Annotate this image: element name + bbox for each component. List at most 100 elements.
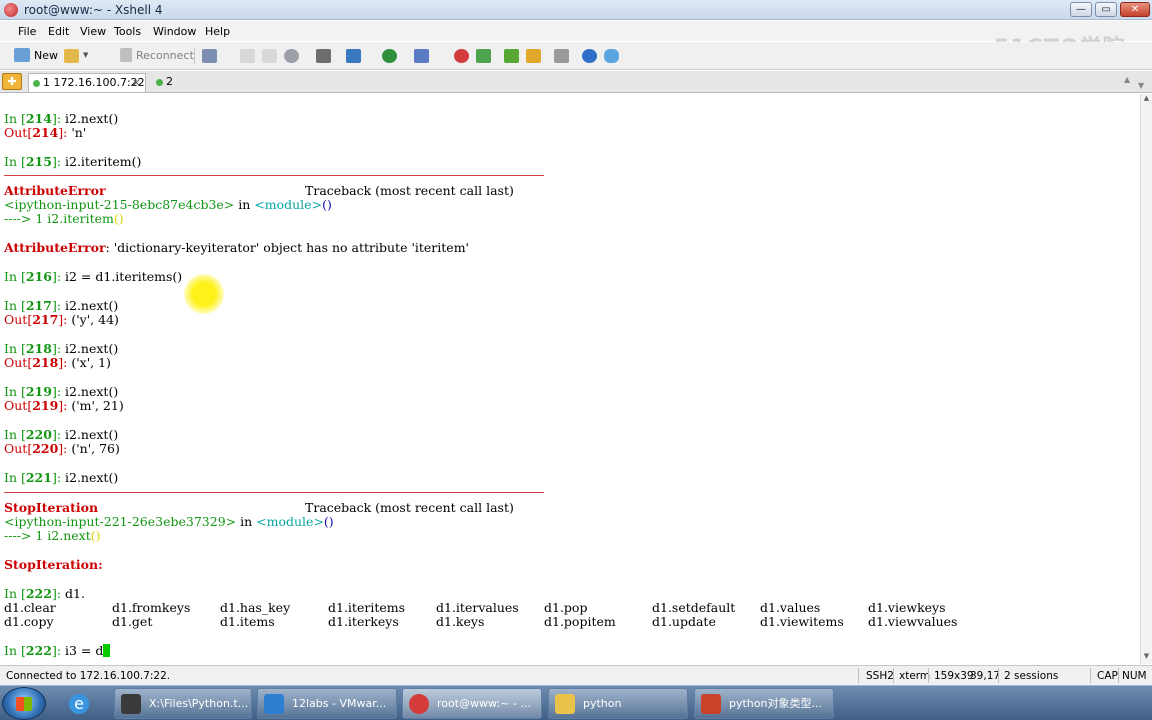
status-divider [928,668,929,683]
terminal-line: Out[214]: 'n' [4,125,87,140]
paste-icon[interactable] [262,49,277,63]
windows-taskbar: e X:\Files\Python.t... 12labs - VMwar...… [0,685,1152,720]
terminal-line: Out[220]: ('n', 76) [4,441,120,456]
start-button[interactable] [2,687,46,720]
taskbar-item-vmware[interactable]: 12labs - VMwar... [257,688,397,719]
session-tab-bar: ✚ 1 172.16.100.7:22 × 2 172.16.100.7:22 … [0,71,1152,106]
reconnect-button[interactable]: Reconnect [120,47,194,65]
completion-item: d1.iterkeys [328,614,399,629]
terminal-line: In [219]: i2.next() [4,384,119,399]
terminal-scrollbar[interactable]: ▲ ▼ [1140,94,1152,664]
tab-session-1[interactable]: 1 172.16.100.7:22 × [28,73,146,92]
menu-window[interactable]: Window [153,25,196,38]
num-lock-status: NUM [1122,670,1147,682]
toolbar-divider [194,48,195,64]
reconnect-label: Reconnect [136,49,194,62]
status-divider [893,668,894,683]
terminal-output[interactable]: In [214]: i2.next() Out[214]: 'n' In [21… [0,94,1140,664]
taskbar-item-explorer[interactable]: X:\Files\Python.t... [114,688,252,719]
tab-scroll-down-icon[interactable]: ▼ [1138,81,1144,90]
status-divider [1090,668,1091,683]
taskbar-item-powerpoint[interactable]: python对象类型... [694,688,834,719]
completion-item: d1.popitem [544,614,616,629]
windows-logo-icon [16,697,32,711]
xftp-icon[interactable] [454,49,469,63]
cursor-position-status: 39,17 [970,670,1001,682]
terminal-line: In [218]: i2.next() [4,341,119,356]
traceback-divider [4,175,544,176]
menu-tools[interactable]: Tools [114,25,141,38]
mouse-highlight [184,274,224,314]
completion-item: d1.viewkeys [868,600,946,615]
status-divider [1118,668,1119,683]
file-explorer-icon [121,694,141,714]
menu-edit[interactable]: Edit [48,25,69,38]
add-session-button[interactable]: ✚ [2,73,22,90]
taskbar-item-label: python [583,697,622,710]
terminal-line: Out[218]: ('x', 1) [4,355,111,370]
status-bar: Connected to 172.16.100.7:22. SSH2 xterm… [0,665,1152,685]
scroll-up-icon[interactable]: ▲ [1141,94,1152,106]
properties-icon[interactable] [202,49,217,63]
completion-item: d1.itervalues [436,600,519,615]
folder-icon [555,694,575,714]
error-message: AttributeError: 'dictionary-keyiterator'… [4,240,469,255]
completion-item: d1.fromkeys [112,600,191,615]
completion-item: d1.iteritems [328,600,406,615]
layout-icon[interactable] [504,49,519,63]
completion-item: d1.setdefault [652,600,736,615]
print-icon[interactable] [316,49,331,63]
tab-scroll-up-icon[interactable]: ▲ [1124,75,1130,84]
current-input-line[interactable]: In [222]: i3 = d [4,644,111,658]
find-icon[interactable] [284,49,299,63]
tab-session-2[interactable]: 2 172.16.100.7:22 [152,73,262,106]
internet-explorer-icon[interactable]: e [64,689,94,718]
title-bar: root@www:~ - Xshell 4 — ▭ ✕ [0,0,1152,20]
chevron-down-icon[interactable]: ▼ [83,51,90,65]
tab-label: 1 172.16.100.7:22 [43,76,145,89]
completion-item: d1.pop [544,600,588,615]
completion-item: d1.viewvalues [868,614,958,629]
xshell-app-icon[interactable] [4,3,18,17]
traceback-arrow-line: ----> 1 i2.next() [4,528,101,543]
xshell-icon [409,694,429,714]
open-folder-icon[interactable] [64,49,79,63]
copy-icon[interactable] [240,49,255,63]
error-message: StopIteration: [4,557,103,572]
reconnect-icon [120,48,132,62]
toolbar: New ▼ Reconnect [0,42,1152,70]
xshell-tools-icon[interactable] [476,49,491,63]
taskbar-item-folder[interactable]: python [548,688,688,719]
lock-icon[interactable] [526,49,541,63]
traceback-location: <ipython-input-215-8ebc87e4cb3e> in <mod… [4,197,332,212]
terminal-line: In [217]: i2.next() [4,298,119,313]
menu-file[interactable]: File [18,25,36,38]
globe-icon[interactable] [382,49,397,63]
traceback-header: StopIteration [4,500,99,515]
connected-status-icon [33,80,40,87]
maximize-button[interactable]: ▭ [1095,2,1117,17]
scroll-down-icon[interactable]: ▼ [1141,652,1152,664]
new-label: New [34,49,58,62]
menu-help[interactable]: Help [205,25,230,38]
new-session-button[interactable]: New [14,47,58,65]
connected-status-icon [156,79,163,86]
taskbar-item-xshell[interactable]: root@www:~ - ... [402,688,542,719]
chat-icon[interactable] [604,49,619,63]
terminal-line: In [220]: i2.next() [4,427,119,442]
close-button[interactable]: ✕ [1120,2,1150,17]
keyboard-icon[interactable] [554,49,569,63]
window-title: root@www:~ - Xshell 4 [24,3,163,17]
help-icon[interactable] [582,49,597,63]
terminal-type-status: xterm [899,670,931,682]
menu-view[interactable]: View [80,25,106,38]
terminal-line: Out[219]: ('m', 21) [4,398,124,413]
completion-item: d1.viewitems [760,614,844,629]
tab-close-icon[interactable]: × [132,74,141,92]
transfer-icon[interactable] [346,49,361,63]
minimize-button[interactable]: — [1070,2,1092,17]
terminal-line: Out[217]: ('y', 44) [4,312,119,327]
taskbar-item-label: 12labs - VMwar... [292,697,387,710]
font-icon[interactable] [414,49,429,63]
traceback-arrow-line: ----> 1 i2.iteritem() [4,211,124,226]
